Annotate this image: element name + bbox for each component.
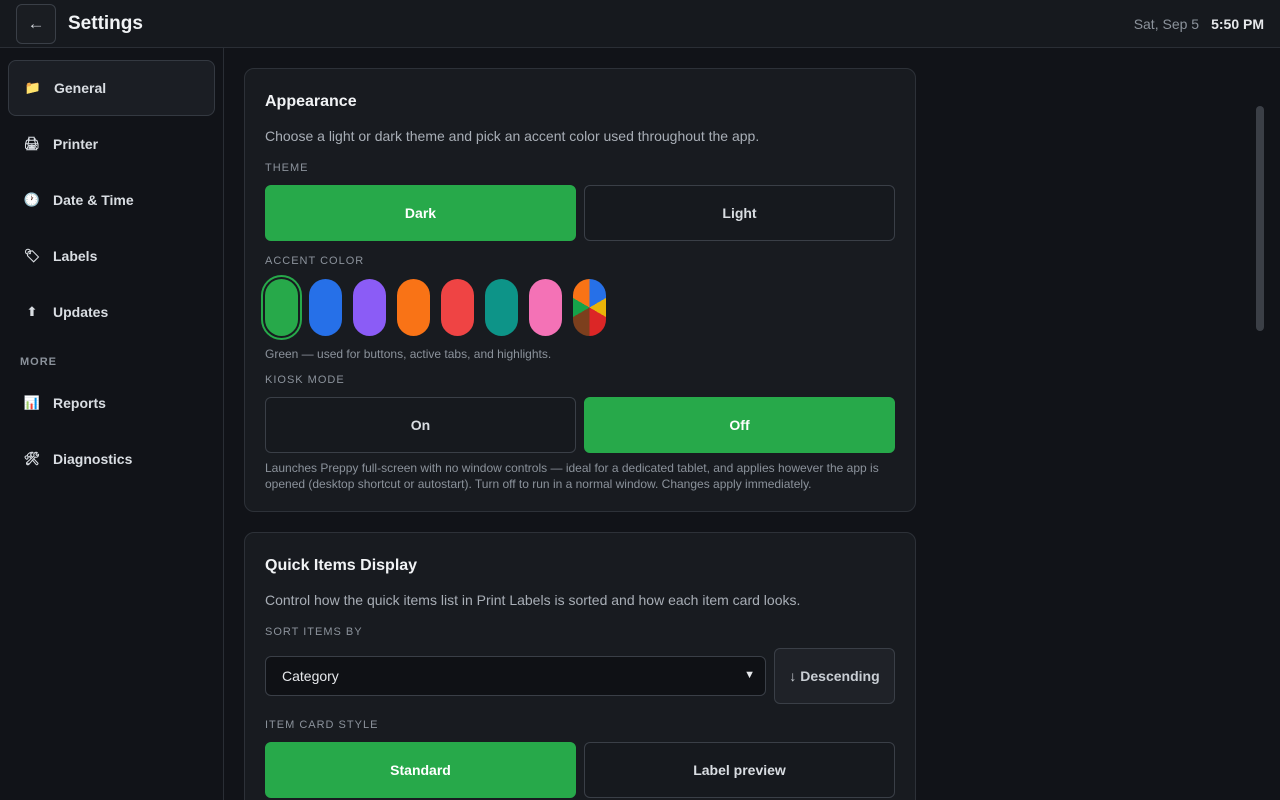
folder-icon: 📁 — [24, 80, 42, 95]
sidebar-item-label: General — [54, 80, 107, 96]
back-button[interactable]: ← — [16, 4, 56, 44]
printer-icon: 🖨 — [23, 136, 41, 151]
sidebar-item-label: Diagnostics — [53, 451, 133, 467]
sidebar-item-label: Printer — [53, 136, 99, 152]
accent-swatch-custom-multicolor[interactable] — [573, 279, 606, 336]
tag-icon: 🏷 — [23, 248, 41, 263]
sort-items-label: SORT ITEMS BY — [265, 626, 363, 638]
quick-items-description: Control how the quick items list in Prin… — [265, 592, 801, 608]
sidebar-section-more: MORE — [20, 356, 57, 368]
sidebar-item-updates[interactable]: ⬆ Updates — [8, 284, 215, 340]
accent-swatch-green[interactable] — [265, 279, 298, 336]
sidebar-item-label: Labels — [53, 248, 98, 264]
bar-chart-icon: 📊 — [23, 395, 41, 410]
accent-color-label: ACCENT COLOR — [265, 255, 365, 267]
accent-swatch-red[interactable] — [441, 279, 474, 336]
card-style-standard-button[interactable]: Standard — [265, 742, 576, 798]
card-style-label-preview-button[interactable]: Label preview — [584, 742, 895, 798]
current-time: 5:50 PM — [1211, 16, 1264, 32]
sidebar-item-label: Date & Time — [53, 192, 134, 208]
sidebar-item-general[interactable]: 📁 General — [8, 60, 215, 116]
kiosk-mode-label: KIOSK MODE — [265, 374, 345, 386]
sort-items-value: Category — [282, 668, 339, 684]
sidebar-item-labels[interactable]: 🏷 Labels — [8, 228, 215, 284]
accent-swatch-orange[interactable] — [397, 279, 430, 336]
top-bar: ← Settings Sat, Sep 5 5:50 PM — [0, 0, 1280, 48]
scrollbar[interactable] — [1256, 106, 1264, 331]
accent-help-text: Green — used for buttons, active tabs, a… — [265, 347, 552, 361]
sidebar-item-diagnostics[interactable]: 🛠 Diagnostics — [8, 431, 215, 487]
kiosk-off-button[interactable]: Off — [584, 397, 895, 453]
appearance-title: Appearance — [265, 93, 357, 110]
sidebar-item-label: Reports — [53, 395, 106, 411]
tools-icon: 🛠 — [23, 451, 41, 466]
sidebar: 📁 General 🖨 Printer 🕐 Date & Time 🏷 Labe… — [0, 48, 224, 800]
sidebar-item-date-time[interactable]: 🕐 Date & Time — [8, 172, 215, 228]
kiosk-on-button[interactable]: On — [265, 397, 576, 453]
clock: Sat, Sep 5 5:50 PM — [1134, 16, 1264, 32]
page-title: Settings — [68, 13, 143, 34]
chevron-down-icon: ▼ — [744, 669, 755, 681]
up-arrow-icon: ⬆ — [26, 304, 38, 319]
settings-content: Appearance Choose a light or dark theme … — [225, 48, 1268, 800]
back-arrow-icon: ← — [27, 14, 45, 33]
quick-items-card: Quick Items Display Control how the quic… — [244, 532, 916, 800]
theme-dark-button[interactable]: Dark — [265, 185, 576, 241]
sidebar-item-label: Updates — [53, 304, 109, 320]
sort-items-select[interactable]: Category ▼ — [265, 656, 766, 696]
theme-light-button[interactable]: Light — [584, 185, 895, 241]
accent-swatch-purple[interactable] — [353, 279, 386, 336]
sort-order-button[interactable]: ↓ Descending — [774, 648, 895, 704]
theme-label: THEME — [265, 162, 309, 174]
appearance-card: Appearance Choose a light or dark theme … — [244, 68, 916, 512]
accent-swatch-teal[interactable] — [485, 279, 518, 336]
sidebar-item-reports[interactable]: 📊 Reports — [8, 375, 215, 431]
sidebar-item-printer[interactable]: 🖨 Printer — [8, 116, 215, 172]
item-card-style-label: ITEM CARD STYLE — [265, 719, 379, 731]
accent-swatch-blue[interactable] — [309, 279, 342, 336]
kiosk-help-text: Launches Preppy full-screen with no wind… — [265, 461, 879, 491]
accent-swatch-pink[interactable] — [529, 279, 562, 336]
quick-items-title: Quick Items Display — [265, 557, 418, 574]
appearance-description: Choose a light or dark theme and pick an… — [265, 128, 760, 144]
clock-icon: 🕐 — [23, 192, 41, 207]
current-date: Sat, Sep 5 — [1133, 16, 1200, 32]
